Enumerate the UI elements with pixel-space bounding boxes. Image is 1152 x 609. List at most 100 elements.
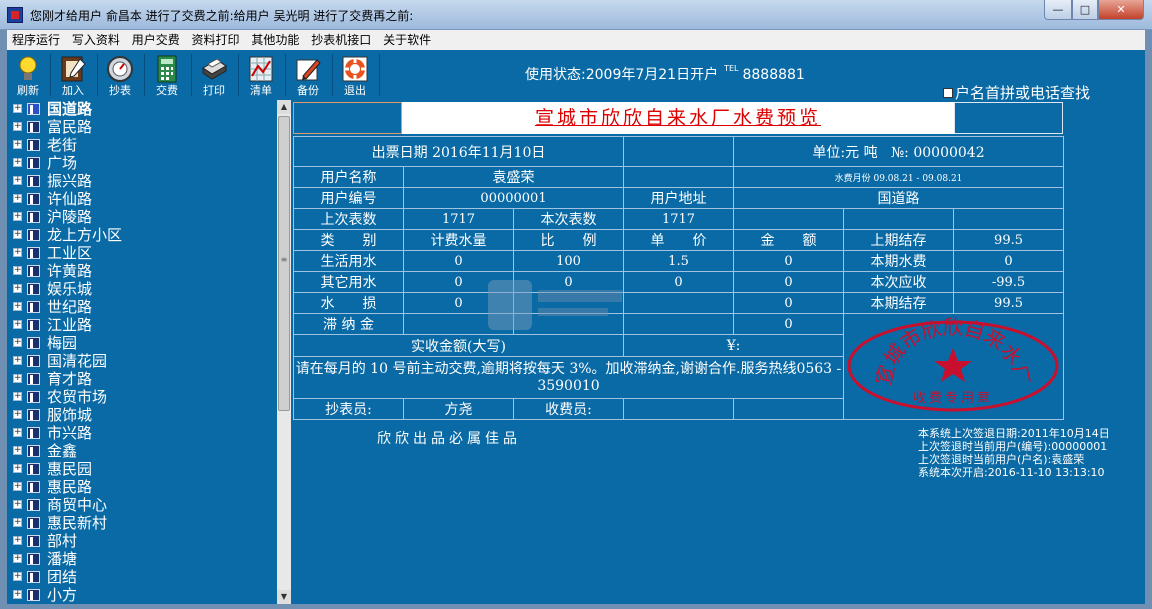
exit-button[interactable]: 退出 xyxy=(334,53,376,99)
scroll-down-arrow[interactable]: ▼ xyxy=(277,590,291,604)
expand-plus-icon[interactable]: + xyxy=(13,572,22,581)
tree-item[interactable]: + 商贸中心 xyxy=(7,496,277,514)
menu-about[interactable]: 关于软件 xyxy=(379,30,435,50)
toolbar-separator xyxy=(332,54,333,96)
expand-plus-icon[interactable]: + xyxy=(13,356,22,365)
usage-status-text: 使用状态:2009年7月21日开户 xyxy=(525,67,719,83)
printer-icon xyxy=(199,54,229,84)
tree-item[interactable]: + 潘塘 xyxy=(7,550,277,568)
tree-item[interactable]: + 部村 xyxy=(7,532,277,550)
minimize-button[interactable]: — xyxy=(1044,0,1072,20)
tree-item[interactable]: + 许黄路 xyxy=(7,262,277,280)
expand-plus-icon[interactable]: + xyxy=(13,554,22,563)
empty-cell xyxy=(623,166,735,188)
lightbulb-icon xyxy=(13,54,43,84)
expand-plus-icon[interactable]: + xyxy=(13,212,22,221)
tree-item[interactable]: + 惠民路 xyxy=(7,478,277,496)
list-label: 清单 xyxy=(250,84,272,97)
backup-label: 备份 xyxy=(297,84,319,97)
expand-plus-icon[interactable]: + xyxy=(13,320,22,329)
unit-label: 单位:元 吨 xyxy=(812,144,878,161)
expand-plus-icon[interactable]: + xyxy=(13,428,22,437)
expand-plus-icon[interactable]: + xyxy=(13,104,22,113)
book-icon xyxy=(27,319,40,331)
row-side-value: 0 xyxy=(953,250,1065,272)
scroll-thumb[interactable]: ≡ xyxy=(278,116,290,411)
tree-item[interactable]: + 服饰城 xyxy=(7,406,277,424)
add-button[interactable]: 加入 xyxy=(52,53,94,99)
tree-item[interactable]: + 国清花园 xyxy=(7,352,277,370)
tree-item[interactable]: + 小方 xyxy=(7,586,277,604)
tree-item[interactable]: + 沪陵路 xyxy=(7,208,277,226)
refresh-button[interactable]: 刷新 xyxy=(7,53,49,99)
expand-plus-icon[interactable]: + xyxy=(13,284,22,293)
expand-plus-icon[interactable]: + xyxy=(13,536,22,545)
menu-write-data[interactable]: 写入资料 xyxy=(68,30,124,50)
tree-item[interactable]: + 工业区 xyxy=(7,244,277,262)
expand-plus-icon[interactable]: + xyxy=(13,266,22,275)
expand-plus-icon[interactable]: + xyxy=(13,230,22,239)
menu-program[interactable]: 程序运行 xyxy=(7,30,64,50)
expand-plus-icon[interactable]: + xyxy=(13,482,22,491)
backup-button[interactable]: 备份 xyxy=(287,53,329,99)
expand-plus-icon[interactable]: + xyxy=(13,410,22,419)
tree-item[interactable]: + 广场 xyxy=(7,154,277,172)
search-mode-checkbox[interactable] xyxy=(943,88,953,98)
menu-meter-interface[interactable]: 抄表机接口 xyxy=(307,30,375,50)
expand-plus-icon[interactable]: + xyxy=(13,518,22,527)
read-meter-button[interactable]: 抄表 xyxy=(99,53,141,99)
tree-item[interactable]: + 娱乐城 xyxy=(7,280,277,298)
book-icon xyxy=(27,175,40,187)
expand-plus-icon[interactable]: + xyxy=(13,500,22,509)
toolbar-separator xyxy=(97,54,98,96)
footer-slogan: 欣欣出品必属佳品 xyxy=(377,431,521,447)
tree-item[interactable]: + 惠民新村 xyxy=(7,514,277,532)
tree-item[interactable]: + 世纪路 xyxy=(7,298,277,316)
tree-item-label: 服饰城 xyxy=(47,406,93,424)
expand-plus-icon[interactable]: + xyxy=(13,122,22,131)
tree-item[interactable]: + 富民路 xyxy=(7,118,277,136)
expand-plus-icon[interactable]: + xyxy=(13,248,22,257)
tree-item[interactable]: + 金鑫 xyxy=(7,442,277,460)
tree-scrollbar[interactable]: ▲ ≡ ▼ xyxy=(277,100,291,604)
tree-item[interactable]: + 梅园 xyxy=(7,334,277,352)
expand-plus-icon[interactable]: + xyxy=(13,338,22,347)
row-ratio: 0 xyxy=(512,271,625,293)
scroll-up-arrow[interactable]: ▲ xyxy=(277,100,291,114)
expand-plus-icon[interactable]: + xyxy=(13,176,22,185)
list-button[interactable]: 清单 xyxy=(240,53,282,99)
menu-print-data[interactable]: 资料打印 xyxy=(188,30,244,50)
prev-balance-value: 99.5 xyxy=(953,229,1065,251)
tree-item[interactable]: + 龙上方小区 xyxy=(7,226,277,244)
expand-plus-icon[interactable]: + xyxy=(13,302,22,311)
tree-item[interactable]: + 市兴路 xyxy=(7,424,277,442)
maximize-button[interactable]: □ xyxy=(1072,0,1098,20)
tree-item[interactable]: + 振兴路 xyxy=(7,172,277,190)
tree-item[interactable]: + 国道路 xyxy=(7,100,277,118)
tree-item[interactable]: + 惠民园 xyxy=(7,460,277,478)
menu-other[interactable]: 其他功能 xyxy=(247,30,303,50)
expand-plus-icon[interactable]: + xyxy=(13,446,22,455)
pay-button[interactable]: 交费 xyxy=(146,53,188,99)
exit-label: 退出 xyxy=(344,84,366,97)
expand-plus-icon[interactable]: + xyxy=(13,374,22,383)
expand-plus-icon[interactable]: + xyxy=(13,392,22,401)
menu-user-payment[interactable]: 用户交费 xyxy=(128,30,184,50)
expand-plus-icon[interactable]: + xyxy=(13,194,22,203)
tree-item-label: 市兴路 xyxy=(47,424,93,442)
tree-item[interactable]: + 团结 xyxy=(7,568,277,586)
close-button[interactable]: ✕ xyxy=(1098,0,1144,20)
window-title: 您刚才给用户 俞昌本 进行了交费之前:给用户 吴光明 进行了交费再之前: xyxy=(30,9,414,23)
tree-item[interactable]: + 老街 xyxy=(7,136,277,154)
tree-item[interactable]: + 农贸市场 xyxy=(7,388,277,406)
expand-plus-icon[interactable]: + xyxy=(13,158,22,167)
expand-plus-icon[interactable]: + xyxy=(13,140,22,149)
print-button[interactable]: 打印 xyxy=(193,53,235,99)
expand-plus-icon[interactable]: + xyxy=(13,590,22,599)
tree-item[interactable]: + 许仙路 xyxy=(7,190,277,208)
tree-item[interactable]: + 江业路 xyxy=(7,316,277,334)
tree-item[interactable]: + 育才路 xyxy=(7,370,277,388)
tree-item-label: 许仙路 xyxy=(47,190,93,208)
expand-plus-icon[interactable]: + xyxy=(13,464,22,473)
row-qty: 0 xyxy=(403,250,514,272)
